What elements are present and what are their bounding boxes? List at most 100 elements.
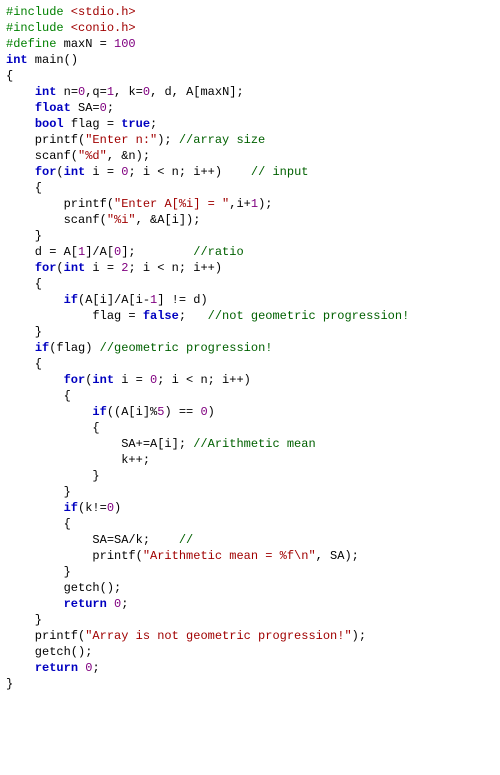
tok-comment: //array size <box>179 133 265 147</box>
line-7: float SA=0; <box>6 101 114 115</box>
tok-text: ) == <box>164 405 200 419</box>
line-21: } <box>6 325 42 339</box>
tok-keyword: float <box>35 101 71 115</box>
line-2: #include <conio.h> <box>6 21 136 35</box>
tok-text: ( <box>56 261 63 275</box>
line-27: { <box>6 421 100 435</box>
tok-keyword: for <box>35 165 57 179</box>
tok-keyword: int <box>6 53 28 67</box>
tok-directive: #include <box>6 21 64 35</box>
tok-text: ; <box>121 597 128 611</box>
line-13: printf("Enter A[%i] = ",i+1); <box>6 197 272 211</box>
tok-keyword: false <box>143 309 179 323</box>
tok-text: d = A[ <box>6 245 78 259</box>
tok-text: flag = <box>6 309 143 323</box>
tok-text: ; i < n; i++) <box>128 165 250 179</box>
line-9: printf("Enter n:"); //array size <box>6 133 265 147</box>
line-1: #include <stdio.h> <box>6 5 136 19</box>
tok-text: ) <box>114 501 121 515</box>
tok-comment: // input <box>251 165 309 179</box>
tok-text <box>6 165 35 179</box>
tok-text <box>6 85 35 99</box>
line-15: } <box>6 229 42 243</box>
tok-keyword: int <box>92 373 114 387</box>
tok-text <box>107 597 114 611</box>
tok-number: 0 <box>107 501 114 515</box>
line-12: { <box>6 181 42 195</box>
tok-keyword: if <box>92 405 106 419</box>
tok-text: ; <box>92 661 99 675</box>
tok-text <box>6 405 92 419</box>
line-23: { <box>6 357 42 371</box>
tok-keyword: return <box>64 597 107 611</box>
tok-text: printf( <box>6 549 143 563</box>
tok-text: printf( <box>6 629 85 643</box>
tok-text <box>6 261 35 275</box>
tok-directive: #define <box>6 37 56 51</box>
tok-keyword: int <box>64 261 86 275</box>
tok-keyword: int <box>35 85 57 99</box>
tok-string: "Array is not geometric progression!" <box>85 629 351 643</box>
line-3: #define maxN = 100 <box>6 37 136 51</box>
tok-text <box>6 373 64 387</box>
tok-text: , d, A[maxN]; <box>150 85 244 99</box>
line-33: { <box>6 517 71 531</box>
tok-number: 1 <box>251 197 258 211</box>
tok-comment: //not geometric progression! <box>208 309 410 323</box>
tok-text: (k!= <box>78 501 107 515</box>
tok-keyword: int <box>64 165 86 179</box>
tok-keyword: for <box>64 373 86 387</box>
tok-text: printf( <box>6 197 114 211</box>
tok-text: , SA); <box>316 549 359 563</box>
line-6: int n=0,q=1, k=0, d, A[maxN]; <box>6 85 244 99</box>
tok-string: "Arithmetic mean = %f\n" <box>143 549 316 563</box>
line-42: return 0; <box>6 661 100 675</box>
tok-text <box>6 661 35 675</box>
tok-text: SA=SA/k; <box>6 533 179 547</box>
tok-text: ); <box>258 197 272 211</box>
tok-text: i = <box>85 165 121 179</box>
tok-number: 0 <box>200 405 207 419</box>
tok-text: , &n); <box>107 149 150 163</box>
code-block: #include <stdio.h> #include <conio.h> #d… <box>0 0 500 696</box>
line-16: d = A[1]/A[0]; //ratio <box>6 245 244 259</box>
tok-text: SA= <box>71 101 100 115</box>
tok-keyword: if <box>35 341 49 355</box>
tok-text: (A[i]/A[i- <box>78 293 150 307</box>
line-28: SA+=A[i]; //Arithmetic mean <box>6 437 316 451</box>
line-30: } <box>6 469 100 483</box>
tok-header: <stdio.h> <box>64 5 136 19</box>
line-24: for(int i = 0; i < n; i++) <box>6 373 251 387</box>
line-40: printf("Array is not geometric progressi… <box>6 629 366 643</box>
tok-text <box>6 117 35 131</box>
tok-text: ] != d) <box>157 293 207 307</box>
line-5: { <box>6 69 13 83</box>
tok-keyword: if <box>64 501 78 515</box>
tok-text: flag = <box>64 117 122 131</box>
tok-text: ); <box>352 629 366 643</box>
tok-text: SA+=A[i]; <box>6 437 193 451</box>
tok-comment: //Arithmetic mean <box>193 437 315 451</box>
line-17: for(int i = 2; i < n; i++) <box>6 261 222 275</box>
tok-text: ]; <box>121 245 193 259</box>
tok-text: , &A[i]); <box>136 213 201 227</box>
tok-text: i = <box>85 261 121 275</box>
tok-text: ; i < n; i++) <box>128 261 222 275</box>
tok-text: n= <box>56 85 78 99</box>
tok-comment: //ratio <box>193 245 243 259</box>
tok-keyword: return <box>35 661 78 675</box>
tok-number: 0 <box>100 101 107 115</box>
tok-string: "%i" <box>107 213 136 227</box>
line-20: flag = false; //not geometric progressio… <box>6 309 409 323</box>
line-32: if(k!=0) <box>6 501 121 515</box>
tok-text: (flag) <box>49 341 99 355</box>
tok-text: maxN = <box>56 37 114 51</box>
tok-header: <conio.h> <box>64 21 136 35</box>
tok-text: ,q= <box>85 85 107 99</box>
tok-text <box>6 341 35 355</box>
tok-comment: //geometric progression! <box>100 341 273 355</box>
tok-text: ; <box>150 117 157 131</box>
tok-keyword: true <box>121 117 150 131</box>
line-35: printf("Arithmetic mean = %f\n", SA); <box>6 549 359 563</box>
tok-text <box>6 597 64 611</box>
